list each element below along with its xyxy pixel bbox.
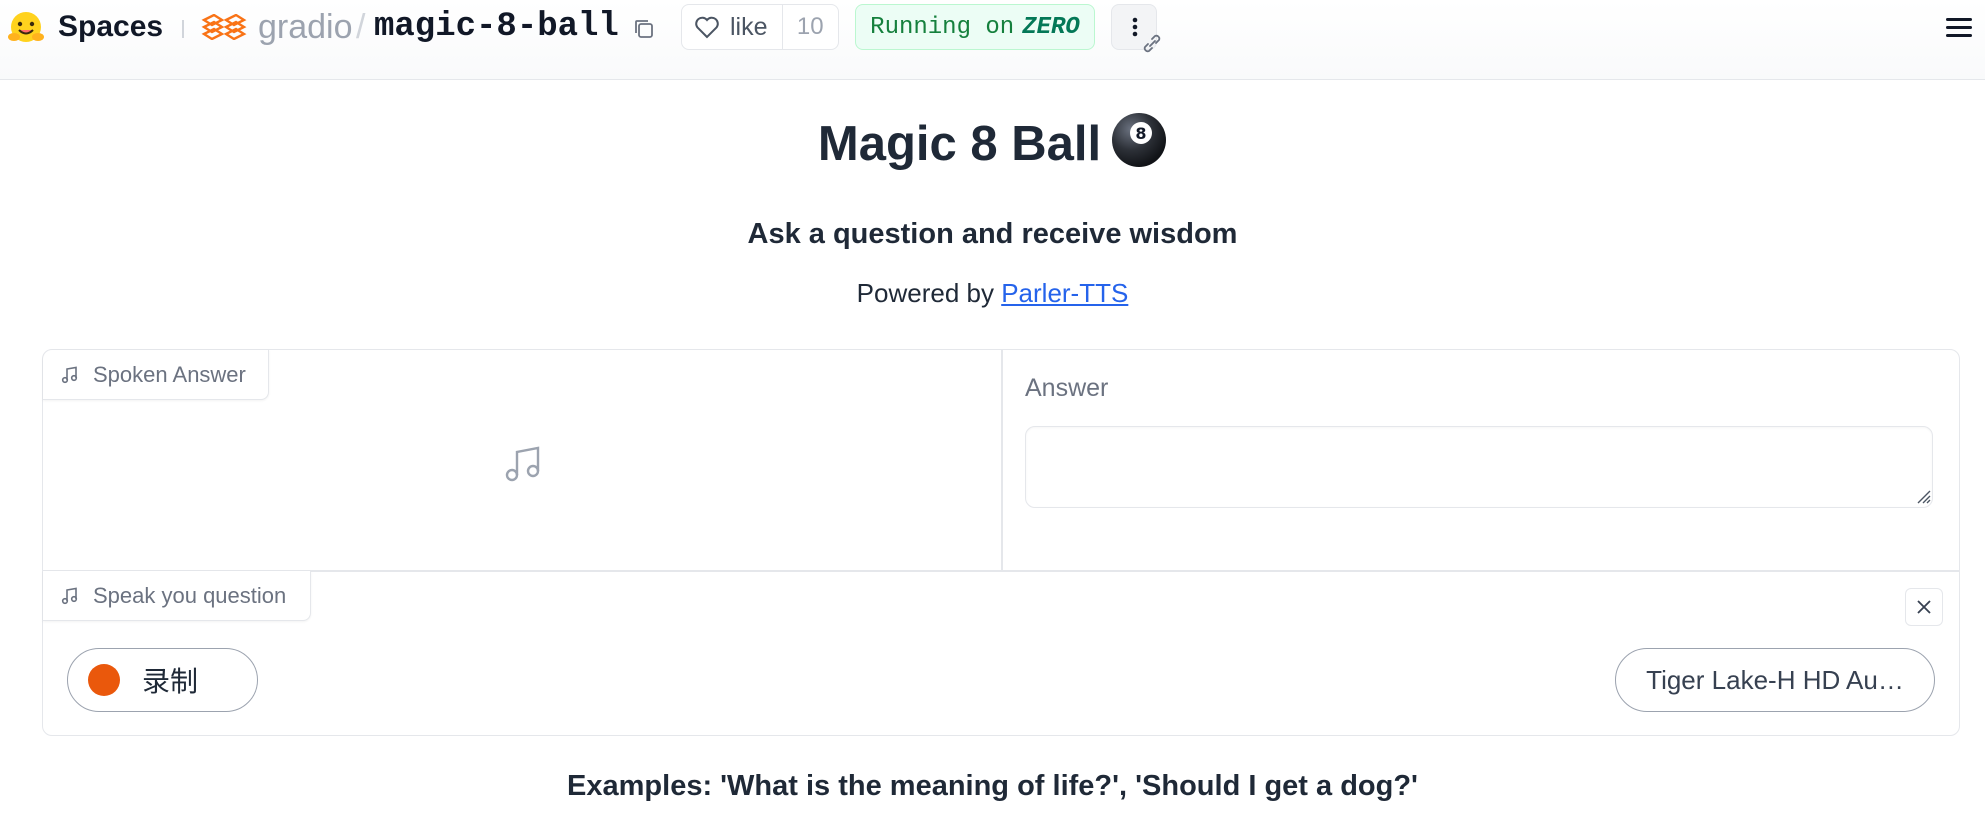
like-button[interactable]: like xyxy=(682,5,783,49)
music-note-icon xyxy=(61,366,78,383)
clear-audio-button[interactable] xyxy=(1905,588,1943,626)
speak-question-label: Speak you question xyxy=(43,571,311,621)
powered-by-line: Powered by Parler-TTS xyxy=(0,278,1985,309)
org-logo-icon xyxy=(201,14,247,40)
like-label: like xyxy=(730,12,768,41)
repo-name-link[interactable]: magic-8-ball xyxy=(374,8,619,46)
spoken-answer-label: Spoken Answer xyxy=(43,350,269,400)
examples-text: Examples: 'What is the meaning of life?'… xyxy=(567,770,1418,802)
answer-textarea[interactable] xyxy=(1025,426,1933,508)
empty-audio-music-icon xyxy=(505,446,540,482)
spaces-brand-link[interactable]: Spaces xyxy=(58,10,163,44)
copy-repo-button[interactable] xyxy=(630,16,658,44)
powered-by-prefix: Powered by xyxy=(856,278,1002,308)
row-divider xyxy=(43,570,1959,572)
like-count[interactable]: 10 xyxy=(783,13,838,41)
answer-label: Answer xyxy=(1025,374,1109,402)
header-divider xyxy=(182,20,184,38)
app-title-text: Magic 8 Ball xyxy=(817,117,1102,171)
top-nav-bar: Spaces gradio / magic-8-ball like 10 Run… xyxy=(0,0,1985,80)
spoken-answer-label-text: Spoken Answer xyxy=(93,361,246,387)
speak-question-label-text: Speak you question xyxy=(93,582,287,608)
app-subtitle: Ask a question and receive wisdom xyxy=(747,218,1238,250)
hamburger-icon[interactable] xyxy=(1944,14,1974,40)
copy-icon xyxy=(635,19,653,38)
record-button[interactable]: 录制 xyxy=(67,648,258,712)
heart-icon xyxy=(695,16,719,39)
status-prefix: Running on xyxy=(870,13,1015,41)
status-hardware: ZERO xyxy=(1022,13,1080,41)
link-icon xyxy=(1143,34,1161,53)
more-options-button[interactable] xyxy=(1111,4,1161,53)
hugging-face-logo[interactable] xyxy=(6,10,46,46)
owner-link[interactable]: gradio xyxy=(258,8,353,47)
column-divider xyxy=(1001,350,1003,570)
record-dot-icon xyxy=(88,664,120,696)
like-widget: like 10 xyxy=(681,4,839,50)
close-icon xyxy=(1917,600,1931,614)
music-note-icon xyxy=(61,587,78,604)
svg-text:8: 8 xyxy=(1136,124,1147,143)
path-separator: / xyxy=(356,8,366,46)
audio-device-select[interactable]: Tiger Lake-H HD Au… xyxy=(1615,648,1935,712)
record-button-label: 录制 xyxy=(142,666,199,697)
io-panel: Spoken Answer Answer Speak you question … xyxy=(42,349,1960,736)
app-title: Magic 8 Ball 8 xyxy=(0,112,1985,172)
8-ball-icon: 8 xyxy=(1112,113,1167,167)
parler-tts-link[interactable]: Parler-TTS xyxy=(1001,278,1128,308)
running-status-badge[interactable]: Running on ZERO xyxy=(855,4,1095,50)
kebab-icon xyxy=(1132,17,1138,37)
